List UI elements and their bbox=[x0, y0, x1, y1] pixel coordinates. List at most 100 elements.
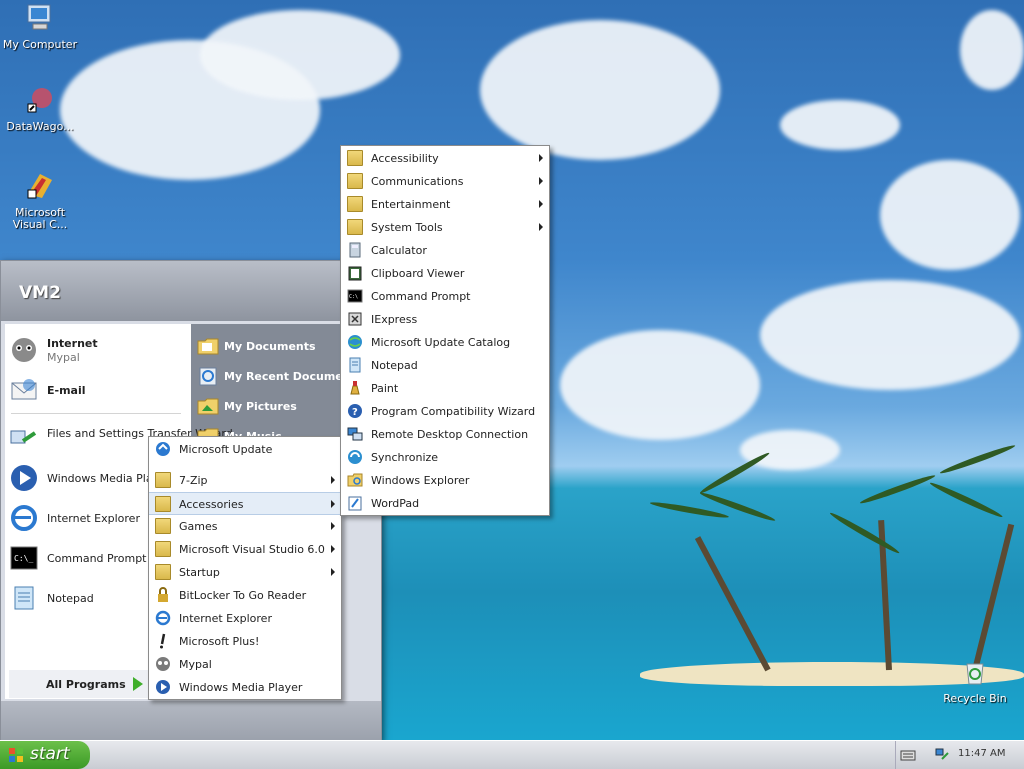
folder-icon bbox=[155, 541, 171, 557]
desktop-icon-label: DataWago... bbox=[6, 120, 74, 133]
bitlocker-icon bbox=[158, 587, 168, 602]
visual-studio-icon bbox=[27, 174, 52, 199]
submenu-arrow-icon bbox=[539, 200, 543, 208]
keyboard-icon[interactable] bbox=[900, 747, 916, 763]
accessories-item-notepad[interactable]: Notepad bbox=[341, 354, 549, 377]
accessories-item-synchronize[interactable]: Synchronize bbox=[341, 446, 549, 469]
accessories-item-remote-desktop[interactable]: Remote Desktop Connection bbox=[341, 423, 549, 446]
accessories-item-command-prompt[interactable]: C:\ Command Prompt bbox=[341, 285, 549, 308]
email-icon bbox=[11, 379, 37, 400]
programs-item-internet-explorer[interactable]: Internet Explorer bbox=[149, 607, 341, 630]
calculator-icon bbox=[349, 242, 361, 258]
desktop-icon-recycle-bin[interactable]: Recycle Bin bbox=[935, 656, 1015, 705]
folder-icon bbox=[155, 496, 171, 512]
folder-icon bbox=[347, 173, 363, 189]
menu-item-label: Accessibility bbox=[371, 152, 439, 165]
link-label: My Documents bbox=[224, 340, 316, 353]
accessories-item-clipboard-viewer[interactable]: Clipboard Viewer bbox=[341, 262, 549, 285]
iexpress-icon bbox=[348, 312, 362, 326]
accessories-item-system-tools[interactable]: System Tools bbox=[341, 216, 549, 239]
remote-desktop-icon bbox=[347, 427, 363, 441]
desktop-icon-datawago[interactable]: DataWago... bbox=[0, 84, 80, 133]
menu-item-label: Program Compatibility Wizard bbox=[371, 405, 536, 418]
programs-item-visual-studio[interactable]: Microsoft Visual Studio 6.0 bbox=[149, 538, 341, 561]
submenu-arrow-icon bbox=[331, 545, 335, 553]
explorer-icon bbox=[347, 473, 363, 487]
accessories-item-wordpad[interactable]: WordPad bbox=[341, 492, 549, 515]
menu-item-label: 7-Zip bbox=[179, 474, 208, 487]
pinned-title: E-mail bbox=[47, 384, 86, 397]
pinned-internet[interactable]: Internet Mypal bbox=[7, 333, 185, 369]
menu-item-label: Microsoft Update bbox=[179, 443, 273, 456]
programs-item-games[interactable]: Games bbox=[149, 515, 341, 538]
programs-item-mypal[interactable]: Mypal bbox=[149, 653, 341, 676]
mypal-icon bbox=[156, 657, 170, 671]
cmd-icon: C:\_ bbox=[10, 546, 38, 570]
media-player-icon bbox=[11, 465, 37, 491]
taskbar: start 11:47 AM bbox=[0, 740, 1024, 769]
accessories-item-iexpress[interactable]: IExpress bbox=[341, 308, 549, 331]
plus-icon bbox=[160, 633, 166, 649]
programs-item-microsoft-update[interactable]: Microsoft Update bbox=[149, 438, 341, 461]
recent-docs-icon bbox=[199, 367, 217, 386]
transfer-wizard-icon bbox=[10, 430, 37, 444]
desktop-icon-visual-studio[interactable]: Microsoft Visual C... bbox=[0, 170, 80, 231]
start-button[interactable]: start bbox=[0, 741, 90, 769]
accessories-item-windows-explorer[interactable]: Windows Explorer bbox=[341, 469, 549, 492]
windows-update-icon bbox=[156, 442, 170, 456]
svg-text:?: ? bbox=[352, 407, 358, 418]
menu-item-label: Entertainment bbox=[371, 198, 451, 211]
start-label: start bbox=[30, 744, 70, 764]
submenu-arrow-icon bbox=[331, 568, 335, 576]
menu-item-label: Microsoft Visual Studio 6.0 bbox=[179, 543, 325, 556]
paint-icon bbox=[350, 381, 360, 395]
start-menu-header: VM2 bbox=[1, 261, 381, 321]
desktop-icon-my-computer[interactable]: My Computer bbox=[0, 2, 80, 51]
system-tray: 11:47 AM bbox=[895, 741, 1024, 769]
folder-icon bbox=[155, 472, 171, 488]
folder-icon bbox=[347, 219, 363, 235]
accessories-item-entertainment[interactable]: Entertainment bbox=[341, 193, 549, 216]
pinned-title: Internet bbox=[47, 337, 98, 350]
ie-icon bbox=[155, 610, 171, 626]
programs-item-media-player[interactable]: Windows Media Player bbox=[149, 676, 341, 699]
folder-icon bbox=[347, 150, 363, 166]
submenu-arrow-icon bbox=[331, 522, 335, 530]
submenu-arrow-icon bbox=[539, 177, 543, 185]
programs-item-7zip[interactable]: 7-Zip bbox=[149, 469, 341, 492]
programs-item-bitlocker[interactable]: BitLocker To Go Reader bbox=[149, 584, 341, 607]
notepad-icon bbox=[349, 357, 361, 373]
menu-item-label: Startup bbox=[179, 566, 220, 579]
menu-item-label: WordPad bbox=[371, 497, 420, 510]
accessories-item-calculator[interactable]: Calculator bbox=[341, 239, 549, 262]
menu-item-label: IExpress bbox=[371, 313, 418, 326]
clock[interactable]: 11:47 AM bbox=[958, 748, 1005, 759]
folder-icon bbox=[155, 564, 171, 580]
accessories-item-paint[interactable]: Paint bbox=[341, 377, 549, 400]
menu-item-label: Accessories bbox=[179, 498, 244, 511]
menu-item-label: Paint bbox=[371, 382, 399, 395]
recent-title: Windows Media Pla bbox=[47, 472, 153, 485]
media-player-icon bbox=[156, 680, 170, 694]
pinned-email[interactable]: E-mail bbox=[7, 373, 185, 409]
all-programs-button[interactable]: All Programs bbox=[9, 670, 157, 698]
menu-item-label: Clipboard Viewer bbox=[371, 267, 465, 280]
desktop-icon-label: My Computer bbox=[2, 38, 78, 51]
accessories-item-communications[interactable]: Communications bbox=[341, 170, 549, 193]
ie-icon bbox=[11, 505, 37, 531]
programs-item-microsoft-plus[interactable]: Microsoft Plus! bbox=[149, 630, 341, 653]
accessories-item-accessibility[interactable]: Accessibility bbox=[341, 147, 549, 170]
menu-item-label: Internet Explorer bbox=[179, 612, 272, 625]
windows-flag-icon bbox=[9, 748, 23, 762]
all-programs-label: All Programs bbox=[46, 678, 126, 691]
accessories-item-compat-wizard[interactable]: ? Program Compatibility Wizard bbox=[341, 400, 549, 423]
clipboard-icon bbox=[348, 266, 362, 281]
submenu-arrow-icon bbox=[539, 154, 543, 162]
programs-item-startup[interactable]: Startup bbox=[149, 561, 341, 584]
network-icon[interactable] bbox=[934, 747, 950, 763]
submenu-arrow-icon bbox=[331, 476, 335, 484]
menu-item-label: Games bbox=[179, 520, 218, 533]
recent-title: Internet Explorer bbox=[47, 512, 140, 525]
programs-item-accessories[interactable]: Accessories bbox=[149, 492, 341, 515]
accessories-item-update-catalog[interactable]: Microsoft Update Catalog bbox=[341, 331, 549, 354]
